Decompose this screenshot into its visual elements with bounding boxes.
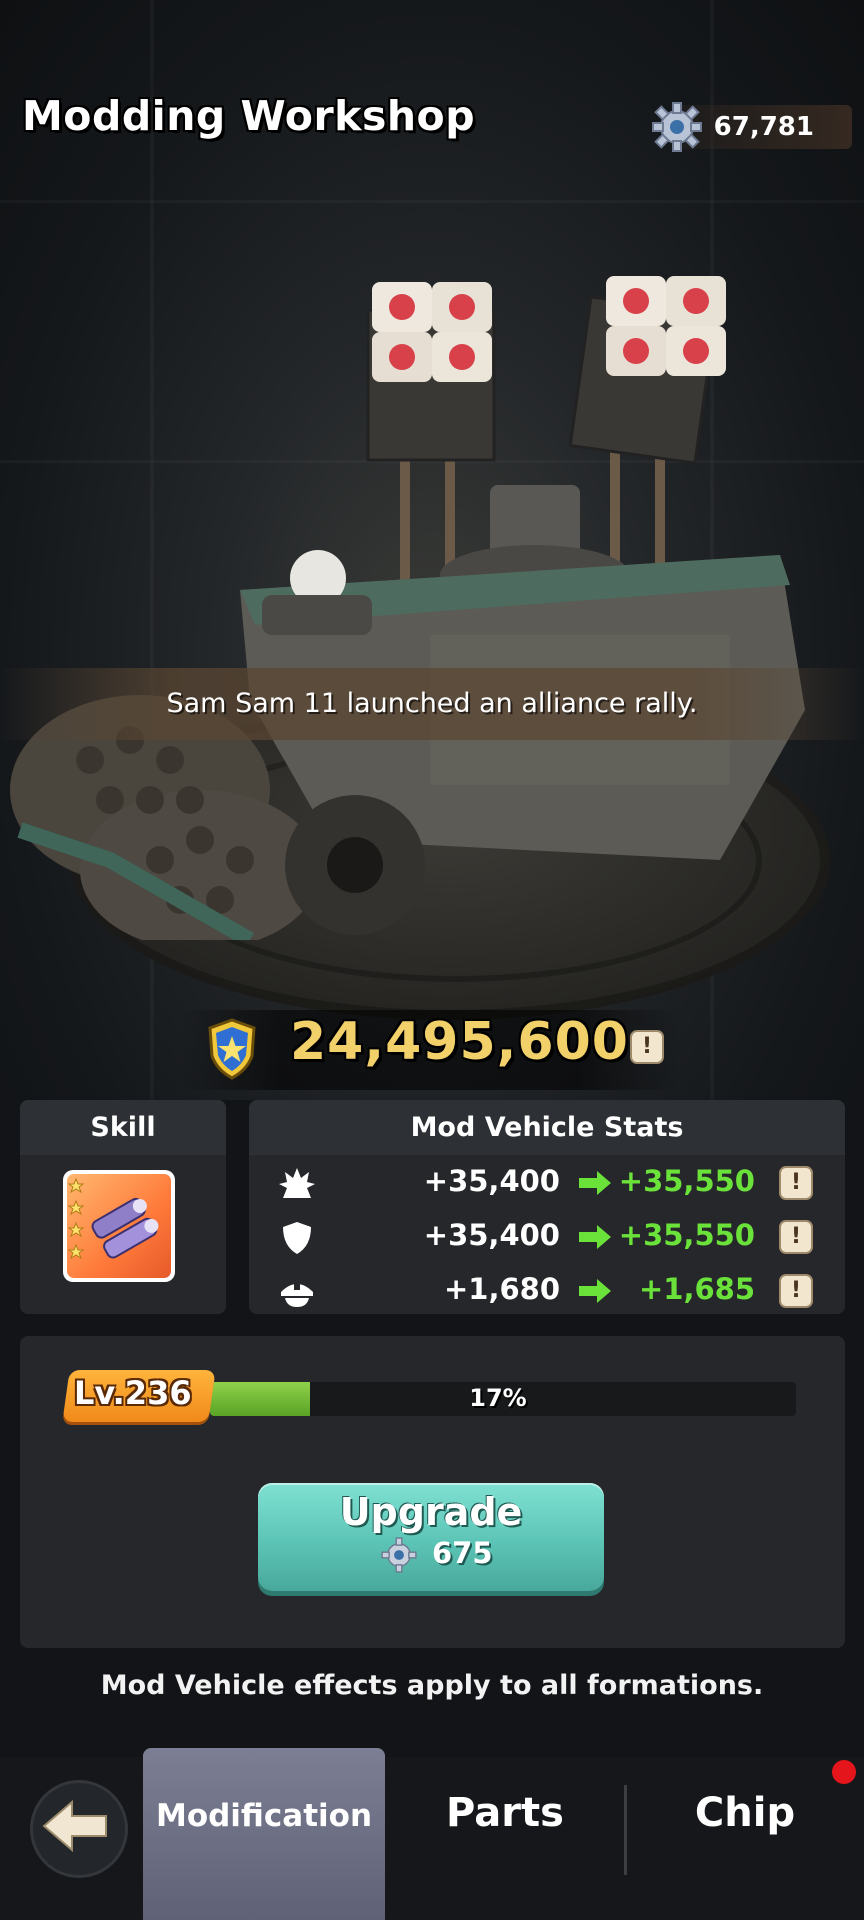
stat-info-icon[interactable]: ! bbox=[779, 1166, 813, 1200]
level-progress-text: 17% bbox=[469, 1384, 527, 1412]
footer-note: Mod Vehicle effects apply to all formati… bbox=[100, 1670, 764, 1701]
gear-icon bbox=[652, 102, 702, 152]
tab-parts[interactable]: Parts bbox=[400, 1790, 610, 1836]
missile-launcher-icon bbox=[67, 1174, 171, 1278]
stat-info-icon[interactable]: ! bbox=[779, 1220, 813, 1254]
defense-icon bbox=[283, 1222, 311, 1254]
stats-panel-title: Mod Vehicle Stats bbox=[410, 1112, 684, 1143]
power-value: 24,495,600 bbox=[290, 1012, 629, 1072]
back-button[interactable] bbox=[30, 1780, 128, 1878]
currency-value: 67,781 bbox=[713, 112, 814, 142]
shield-star-icon bbox=[208, 1018, 256, 1080]
stat-current: +1,680 bbox=[443, 1272, 560, 1306]
tab-modification[interactable]: Modification bbox=[143, 1798, 385, 1834]
level-label: Lv.236 bbox=[74, 1374, 192, 1412]
bottom-nav bbox=[0, 1757, 864, 1920]
arrow-right-icon bbox=[579, 1279, 611, 1303]
notification-text: Sam Sam 11 launched an alliance rally. bbox=[166, 688, 698, 719]
stat-row-attack: +35,400 +35,550 ! bbox=[249, 1158, 845, 1208]
stat-info-icon[interactable]: ! bbox=[779, 1274, 813, 1308]
vehicle-illustration[interactable] bbox=[0, 240, 864, 940]
attack-icon bbox=[279, 1168, 315, 1198]
upgrade-cost: 675 bbox=[432, 1536, 493, 1570]
chip-notification-badge bbox=[832, 1760, 856, 1784]
tab-separator bbox=[624, 1785, 627, 1875]
stat-next: +35,550 bbox=[618, 1218, 755, 1252]
stat-row-hp-cap: +1,680 +1,685 ! bbox=[249, 1266, 845, 1316]
skill-card[interactable] bbox=[63, 1170, 175, 1282]
page-title: Modding Workshop bbox=[22, 92, 476, 140]
arrow-right-icon bbox=[579, 1171, 611, 1195]
stat-next: +1,685 bbox=[638, 1272, 755, 1306]
stat-current: +35,400 bbox=[423, 1218, 560, 1252]
upgrade-label: Upgrade bbox=[339, 1490, 523, 1534]
tab-chip[interactable]: Chip bbox=[640, 1790, 850, 1836]
tab-modification-bg bbox=[143, 1748, 385, 1920]
stat-next: +35,550 bbox=[618, 1164, 755, 1198]
skill-panel-title: Skill bbox=[90, 1112, 156, 1143]
stat-row-defense: +35,400 +35,550 ! bbox=[249, 1212, 845, 1262]
hp-cap-icon bbox=[281, 1284, 313, 1307]
stat-current: +35,400 bbox=[423, 1164, 560, 1198]
stats-panel: Mod Vehicle Stats +35,400 +35,550 ! +35,… bbox=[249, 1100, 845, 1314]
power-info-icon[interactable]: ! bbox=[630, 1030, 664, 1064]
arrow-right-icon bbox=[579, 1225, 611, 1249]
gear-icon bbox=[381, 1537, 417, 1573]
arrow-left-icon bbox=[42, 1799, 107, 1853]
